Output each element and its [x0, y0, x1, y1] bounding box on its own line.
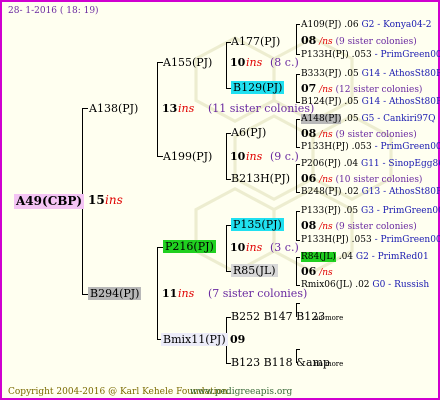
- father-sisters: (11 sister colonies): [208, 102, 315, 115]
- g2-p216-ins: ins: [246, 241, 263, 254]
- g2-a199-year: 10: [230, 150, 246, 163]
- g4-p133h-a[interactable]: P133H(PJ): [301, 50, 349, 60]
- mother-ins: ins: [178, 287, 195, 300]
- g2-bmix11[interactable]: Bmix11(PJ): [161, 333, 228, 346]
- g2-a199[interactable]: A199(PJ): [163, 150, 212, 163]
- g3-a6[interactable]: A6(PJ): [231, 126, 266, 139]
- g3-b129[interactable]: B129(PJ): [231, 81, 285, 94]
- mother-sisters: (7 sister colonies): [208, 287, 308, 300]
- g4-b124p[interactable]: B124(PJ): [301, 97, 341, 107]
- mother-year: 11: [162, 287, 178, 300]
- g4-p133h-c[interactable]: P133H(PJ): [301, 235, 349, 245]
- mother-queen[interactable]: B294(PJ): [88, 287, 142, 300]
- g3-p135[interactable]: P135(PJ): [231, 218, 284, 231]
- g2-a155-sisters: (8 c.): [270, 56, 299, 69]
- root-year: 15: [88, 193, 105, 207]
- footer-website-link[interactable]: www.pedigreeapis.org: [190, 386, 292, 399]
- g2-bmix11-year: 09: [230, 333, 246, 346]
- g4-p133p[interactable]: P133(PJ): [301, 206, 341, 216]
- g4-b333p[interactable]: B333(PJ): [301, 69, 341, 79]
- father-ins: ins: [178, 102, 195, 115]
- queen-root[interactable]: A49(CBP): [14, 194, 85, 209]
- g2-p216[interactable]: P216(PJ): [163, 240, 216, 253]
- g4-b248p[interactable]: B248(PJ): [301, 187, 341, 197]
- g3-b252-note: no more: [314, 314, 344, 322]
- father-year: 13: [162, 102, 178, 115]
- g2-p216-year: 10: [230, 241, 246, 254]
- g3-b123-note: no more: [314, 360, 344, 368]
- g4-rmix06[interactable]: Rmix06(JL): [301, 280, 352, 290]
- g2-a155[interactable]: A155(PJ): [163, 56, 212, 69]
- g2-a155-year: 10: [230, 56, 246, 69]
- father-queen[interactable]: A138(PJ): [89, 102, 138, 115]
- report-date: 28- 1-2016 ( 18: 19): [8, 6, 99, 16]
- g4-p206p[interactable]: P206(PJ): [301, 159, 341, 169]
- g2-a199-ins: ins: [246, 150, 263, 163]
- pedigree-frame: 28- 1-2016 ( 18: 19) A49(CBP) 15 ins A13…: [0, 0, 440, 400]
- g4-a109[interactable]: A109(PJ): [301, 20, 341, 30]
- g2-a199-sisters: (9 c.): [270, 150, 299, 163]
- g4-p133h-b[interactable]: P133H(PJ): [301, 142, 349, 152]
- root-ins: ins: [105, 193, 123, 207]
- g3-r85[interactable]: R85(JL): [231, 264, 278, 277]
- g3-b252[interactable]: B252 B147 B123: [231, 310, 325, 323]
- g3-a177[interactable]: A177(PJ): [231, 35, 280, 48]
- g3-b213h[interactable]: B213H(PJ): [231, 172, 290, 185]
- g4-r84jl[interactable]: R84(JL): [301, 252, 336, 262]
- g2-a155-ins: ins: [246, 56, 263, 69]
- g4-a148p[interactable]: A148(PJ): [301, 114, 342, 124]
- g2-p216-sisters: (3 c.): [270, 241, 299, 254]
